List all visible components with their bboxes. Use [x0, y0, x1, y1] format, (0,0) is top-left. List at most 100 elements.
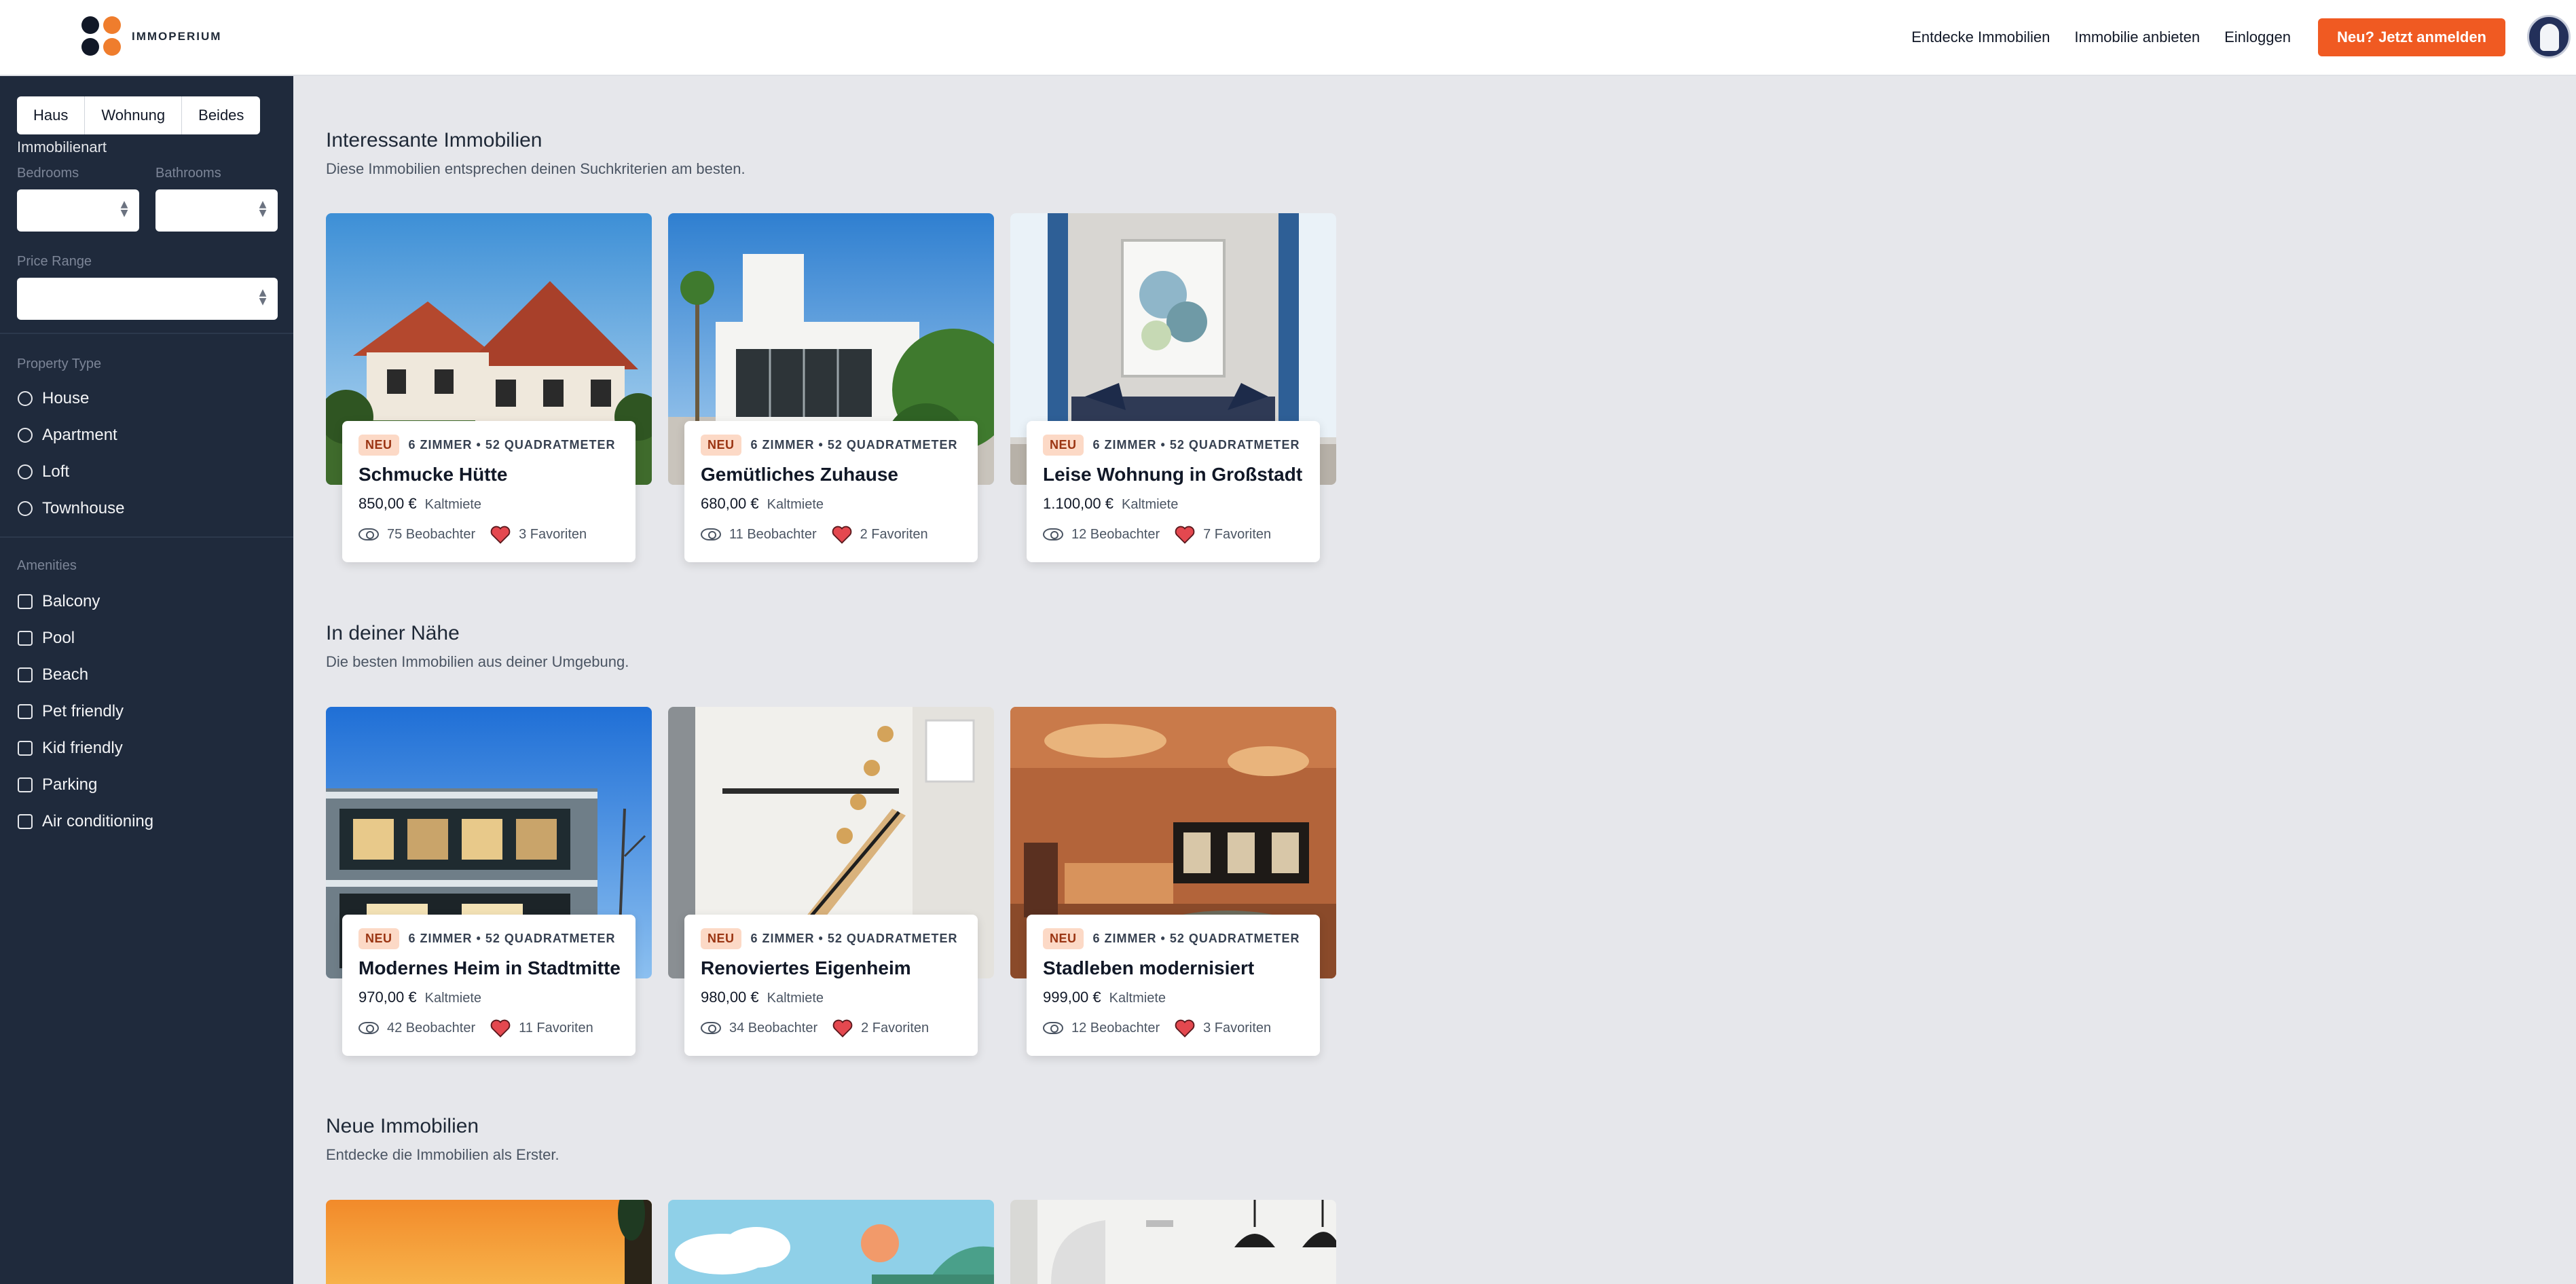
property-price: 1.100,00 €	[1043, 495, 1114, 512]
property-price: 850,00 €	[358, 495, 417, 512]
checkbox[interactable]	[18, 777, 33, 792]
eye-icon	[1043, 528, 1063, 540]
property-title[interactable]: Renoviertes Eigenheim	[701, 957, 961, 979]
property-type-label: Property Type	[17, 356, 102, 371]
section-title: Interessante Immobilien	[326, 129, 542, 151]
new-badge: NEU	[358, 435, 399, 456]
property-price: 680,00 €	[701, 495, 759, 512]
watchers-count: 11 Beobachter	[729, 526, 817, 542]
eye-icon	[358, 1022, 379, 1034]
property-card[interactable]: NEU 6 ZIMMER • 52 QUADRATMETER Schmucke H…	[342, 421, 636, 562]
price-unit: Kaltmiete	[1109, 991, 1166, 1006]
price-range-select[interactable]: ▲ ▼	[17, 278, 278, 320]
section-title: Neue Immobilien	[326, 1115, 479, 1137]
favorites-count: 7 Favoriten	[1203, 526, 1272, 542]
price-unit: Kaltmiete	[767, 991, 824, 1006]
bedrooms-select[interactable]: ▲ ▼	[17, 189, 139, 232]
property-type-townhouse[interactable]: Townhouse	[18, 499, 124, 518]
favorites-count: 11 Favoriten	[519, 1020, 593, 1035]
user-avatar[interactable]	[2527, 15, 2571, 58]
section-subtitle: Entdecke die Immobilien als Erster.	[326, 1146, 559, 1163]
brand-logo[interactable]: IMMOPERIUM	[81, 16, 221, 57]
radio-button[interactable]	[18, 501, 33, 516]
watchers-count: 34 Beobachter	[729, 1020, 818, 1035]
property-type-house[interactable]: House	[18, 389, 89, 408]
eye-icon	[358, 528, 379, 540]
segment-beides[interactable]: Beides	[182, 96, 260, 134]
bathrooms-select[interactable]: ▲ ▼	[155, 189, 278, 232]
heart-icon[interactable]	[832, 1019, 853, 1038]
new-badge: NEU	[701, 928, 741, 949]
price-unit: Kaltmiete	[424, 497, 482, 512]
property-title[interactable]: Leise Wohnung in Großstadt	[1043, 464, 1304, 485]
section-subtitle: Die besten Immobilien aus deiner Umgebun…	[326, 653, 629, 670]
property-card[interactable]: NEU 6 ZIMMER • 52 QUADRATMETER Stadleben …	[1027, 915, 1320, 1056]
new-badge: NEU	[1043, 928, 1084, 949]
property-price: 980,00 €	[701, 989, 759, 1006]
sidebar-divider	[0, 333, 293, 334]
nav-login-link[interactable]: Einloggen	[2224, 29, 2291, 46]
main-nav: Entdecke Immobilien Immobilie anbieten E…	[1887, 18, 2505, 56]
checkbox[interactable]	[18, 594, 33, 609]
radio-button[interactable]	[18, 428, 33, 443]
kitchen-photo	[1010, 1200, 1336, 1284]
checkbox[interactable]	[18, 704, 33, 719]
property-title[interactable]: Modernes Heim in Stadtmitte	[358, 957, 621, 979]
property-meta: 6 ZIMMER • 52 QUADRATMETER	[1092, 932, 1300, 945]
amenity-pool[interactable]: Pool	[18, 629, 75, 648]
sidebar-divider	[0, 536, 293, 538]
brand-name: IMMOPERIUM	[132, 30, 222, 43]
eye-icon	[701, 528, 721, 540]
property-card[interactable]: NEU 6 ZIMMER • 52 QUADRATMETER Leise Wohn…	[1027, 421, 1320, 562]
property-type-apartment[interactable]: Apartment	[18, 426, 117, 445]
property-title[interactable]: Stadleben modernisiert	[1043, 957, 1304, 979]
heart-icon[interactable]	[1175, 1019, 1195, 1038]
heart-icon[interactable]	[1175, 525, 1195, 544]
property-card[interactable]: NEU 6 ZIMMER • 52 QUADRATMETER Modernes H…	[342, 915, 636, 1056]
illustration-photo	[668, 1200, 994, 1284]
signup-button[interactable]: Neu? Jetzt anmelden	[2317, 18, 2505, 56]
property-card[interactable]: NEU 6 ZIMMER • 52 QUADRATMETER Renovierte…	[684, 915, 978, 1056]
segment-wohnung[interactable]: Wohnung	[85, 96, 183, 134]
property-title[interactable]: Schmucke Hütte	[358, 464, 619, 485]
top-header: IMMOPERIUM Entdecke Immobilien Immobilie…	[0, 0, 2576, 76]
amenity-balcony[interactable]: Balcony	[18, 592, 100, 611]
property-price: 970,00 €	[358, 989, 417, 1006]
radio-button[interactable]	[18, 391, 33, 406]
property-photo-illustration[interactable]	[668, 1200, 994, 1284]
favorites-count: 3 Favoriten	[519, 526, 587, 542]
heart-icon[interactable]	[832, 525, 852, 544]
radio-button[interactable]	[18, 464, 33, 479]
nav-explore-link[interactable]: Entdecke Immobilien	[1911, 29, 2050, 46]
filter-sidebar: Haus Wohnung Beides Immobilienart Bedroo…	[0, 76, 293, 1284]
amenity-parking[interactable]: Parking	[18, 775, 97, 794]
segment-haus[interactable]: Haus	[17, 96, 86, 134]
checkbox[interactable]	[18, 667, 33, 682]
property-meta: 6 ZIMMER • 52 QUADRATMETER	[408, 438, 616, 452]
checkbox[interactable]	[18, 814, 33, 829]
property-photo-sunset[interactable]	[326, 1200, 652, 1284]
new-badge: NEU	[701, 435, 741, 456]
updown-chevron-icon: ▲ ▼	[259, 199, 267, 219]
heart-icon[interactable]	[490, 1019, 511, 1038]
price-unit: Kaltmiete	[424, 991, 482, 1006]
property-card[interactable]: NEU 6 ZIMMER • 52 QUADRATMETER Gemütliche…	[684, 421, 978, 562]
checkbox[interactable]	[18, 741, 33, 756]
property-photo-kitchen[interactable]	[1010, 1200, 1336, 1284]
bedrooms-label: Bedrooms	[17, 166, 79, 181]
updown-chevron-icon: ▲ ▼	[259, 287, 267, 307]
amenity-air-conditioning[interactable]: Air conditioning	[18, 812, 153, 831]
favorites-count: 2 Favoriten	[861, 1020, 930, 1035]
property-title[interactable]: Gemütliches Zuhause	[701, 464, 961, 485]
amenity-pet-friendly[interactable]: Pet friendly	[18, 702, 124, 721]
watchers-count: 12 Beobachter	[1071, 526, 1160, 542]
price-unit: Kaltmiete	[1121, 497, 1179, 512]
watchers-count: 75 Beobachter	[387, 526, 476, 542]
checkbox[interactable]	[18, 631, 33, 646]
updown-chevron-icon: ▲ ▼	[120, 199, 128, 219]
amenity-kid-friendly[interactable]: Kid friendly	[18, 739, 123, 758]
property-type-loft[interactable]: Loft	[18, 462, 69, 481]
amenity-beach[interactable]: Beach	[18, 665, 88, 684]
nav-offer-link[interactable]: Immobilie anbieten	[2074, 29, 2200, 46]
heart-icon[interactable]	[490, 525, 511, 544]
